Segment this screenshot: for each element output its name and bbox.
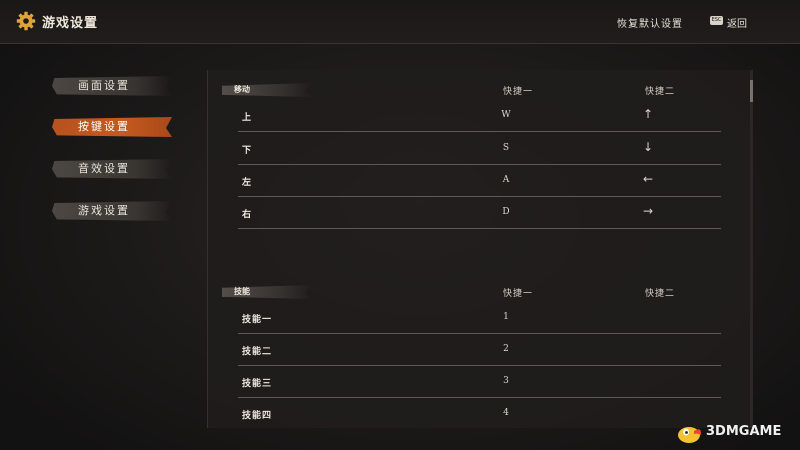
- scrollbar-thumb[interactable]: [750, 80, 753, 102]
- key1-value[interactable]: D: [476, 207, 536, 217]
- back-button[interactable]: 返回: [727, 15, 747, 30]
- sidebar-item-graphics[interactable]: 画面设置: [52, 76, 172, 96]
- keybind-row[interactable]: 下 S ↓: [238, 133, 721, 165]
- scrollbar[interactable]: [750, 70, 753, 428]
- section-title: 移动: [234, 84, 250, 94]
- key1-value[interactable]: W: [476, 110, 536, 120]
- keybind-panel[interactable]: 移动 快捷一 快捷二 上 W ↑ 下 S ↓ 左 A ← 右 D → 技能 快捷…: [207, 70, 752, 428]
- section-header-skills: 技能 快捷一 快捷二: [222, 284, 752, 300]
- keybind-row[interactable]: 上 W ↑: [238, 100, 721, 132]
- sidebar-item-audio[interactable]: 音效设置: [52, 159, 172, 179]
- gear-icon: [16, 11, 36, 31]
- section-title: 技能: [234, 286, 250, 296]
- key2-value[interactable]: →: [618, 204, 678, 218]
- keybind-row[interactable]: 技能三 3: [238, 366, 721, 398]
- sidebar-item-game[interactable]: 游戏设置: [52, 201, 172, 221]
- key1-value[interactable]: 1: [476, 312, 536, 322]
- restore-defaults-button[interactable]: 恢复默认设置: [617, 15, 683, 30]
- keybind-row[interactable]: 右 D →: [238, 197, 721, 229]
- page-title: 游戏设置: [42, 16, 99, 31]
- keybind-label: 上: [242, 113, 253, 123]
- watermark: 3DMGAME: [676, 420, 798, 446]
- top-bar: 游戏设置 恢复默认设置 ESC 返回: [0, 0, 800, 44]
- key1-value[interactable]: 4: [476, 408, 536, 418]
- section-header-move: 移动 快捷一 快捷二: [222, 82, 752, 98]
- column-header-key1: 快捷一: [502, 87, 533, 97]
- keybind-row[interactable]: 左 A ←: [238, 165, 721, 197]
- column-header-key2: 快捷二: [644, 289, 675, 299]
- key2-value[interactable]: ↓: [618, 140, 678, 154]
- esc-key-icon[interactable]: ESC: [710, 16, 723, 25]
- keybind-row[interactable]: 技能二 2: [238, 334, 721, 366]
- key2-value[interactable]: ←: [618, 172, 678, 186]
- sidebar-item-keybinds[interactable]: 按键设置: [52, 117, 172, 137]
- watermark-logo-icon: [678, 427, 702, 443]
- keybind-label: 技能三: [242, 379, 273, 389]
- keybind-label: 技能四: [242, 411, 273, 421]
- keybind-label: 下: [242, 146, 253, 156]
- key1-value[interactable]: 2: [476, 344, 536, 354]
- keybind-row[interactable]: 技能四 4: [238, 398, 721, 428]
- keybind-label: 技能一: [242, 315, 273, 325]
- key1-value[interactable]: A: [476, 175, 536, 185]
- keybind-label: 技能二: [242, 347, 273, 357]
- key1-value[interactable]: 3: [476, 376, 536, 386]
- key2-value[interactable]: ↑: [618, 107, 678, 121]
- column-header-key1: 快捷一: [502, 289, 533, 299]
- keybind-row[interactable]: 技能一 1: [238, 302, 721, 334]
- column-header-key2: 快捷二: [644, 87, 675, 97]
- keybind-label: 左: [242, 178, 253, 188]
- watermark-text: 3DMGAME: [706, 424, 782, 439]
- key1-value[interactable]: S: [476, 143, 536, 153]
- keybind-label: 右: [242, 210, 253, 220]
